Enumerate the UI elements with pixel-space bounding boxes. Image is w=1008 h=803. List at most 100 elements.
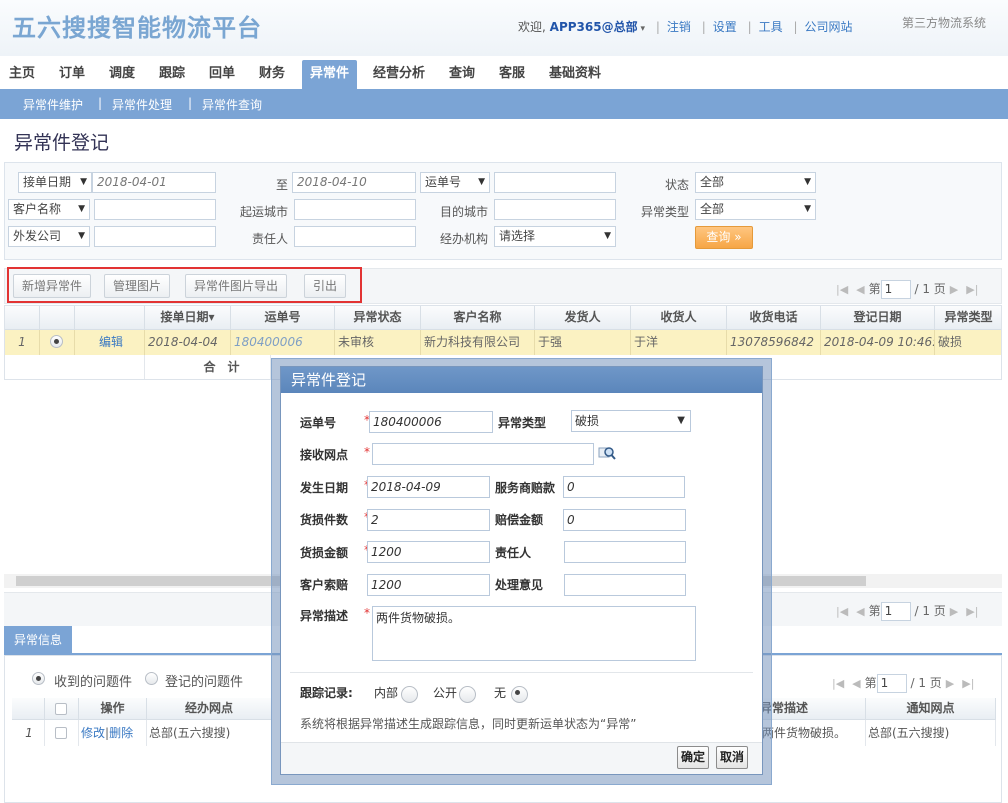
nav-analysis[interactable]: 经营分析	[373, 60, 425, 90]
first-page-icon[interactable]: |◀	[832, 677, 844, 690]
search-icon[interactable]	[598, 445, 616, 461]
lower-row-index: 1	[12, 720, 45, 746]
chevron-down-icon: ▼	[78, 231, 85, 241]
lower-row-checkbox[interactable]	[45, 720, 79, 746]
outsource-input[interactable]	[94, 226, 216, 247]
grid-header-consignee[interactable]: 收货人	[631, 306, 727, 330]
cancel-button[interactable]: 取消	[716, 746, 749, 769]
nav-orders[interactable]: 订单	[59, 60, 85, 90]
receive-outlet-field[interactable]	[372, 443, 594, 465]
grid-header-shipper[interactable]: 发货人	[535, 306, 631, 330]
table-row-radio[interactable]	[40, 330, 75, 355]
exception-type-select[interactable]: 破损 ▼	[571, 410, 691, 432]
status-select[interactable]: 全部 ▼	[695, 172, 816, 193]
customer-input[interactable]	[94, 199, 216, 220]
dialog-responsible-field[interactable]	[564, 541, 686, 563]
chevron-down-icon[interactable]: ▾	[638, 24, 645, 34]
prev-page-icon[interactable]: ◀	[856, 605, 864, 618]
dest-city-input[interactable]	[494, 199, 616, 220]
agency-select[interactable]: 请选择 ▼	[494, 226, 616, 247]
lower-header-desc: 异常描述	[760, 698, 866, 720]
prev-page-icon[interactable]: ◀	[856, 283, 864, 296]
last-page-icon[interactable]: ▶|	[966, 605, 978, 618]
nav-service[interactable]: 客服	[499, 60, 525, 90]
desc-textarea[interactable]: 两件货物破损。	[372, 606, 696, 661]
exception-type-select[interactable]: 全部 ▼	[695, 199, 816, 220]
lower-row-desc: 两件货物破损。	[760, 720, 866, 746]
tools-link[interactable]: 工具	[759, 20, 783, 34]
prev-page-icon[interactable]: ◀	[852, 677, 860, 690]
dest-city-label: 目的城市	[440, 205, 489, 219]
nav-dispatch[interactable]: 调度	[109, 60, 135, 90]
grid-header-register-date[interactable]: 登记日期	[821, 306, 935, 330]
comp-amount-field[interactable]: 0	[563, 509, 686, 531]
grid-header-status[interactable]: 异常状态	[335, 306, 421, 330]
date-to-input[interactable]: 2018-04-10	[292, 172, 416, 193]
page-input[interactable]: 1	[880, 280, 911, 299]
next-page-icon[interactable]: ▶	[950, 605, 958, 618]
nav-basedata[interactable]: 基础资料	[549, 60, 601, 90]
opinion-field[interactable]	[564, 574, 686, 596]
track-internal-radio[interactable]	[401, 686, 418, 703]
select-all-header[interactable]	[45, 698, 79, 720]
company-site-link[interactable]: 公司网站	[805, 20, 853, 34]
grid-header-waybill[interactable]: 运单号	[231, 306, 335, 330]
date-from-input[interactable]: 2018-04-01	[92, 172, 216, 193]
track-public-radio[interactable]	[459, 686, 476, 703]
ok-button[interactable]: 确定	[677, 746, 710, 769]
nav-tracking[interactable]: 跟踪	[159, 60, 185, 90]
date-field[interactable]: 2018-04-09	[367, 476, 490, 498]
grid-header-order-date[interactable]: 接单日期▾	[145, 306, 231, 330]
damaged-amount-field[interactable]: 1200	[367, 541, 490, 563]
nav-receipts[interactable]: 回单	[209, 60, 235, 90]
nav-query[interactable]: 查询	[449, 60, 475, 90]
system-switcher[interactable]: 第三方物流系统	[902, 14, 986, 31]
waybill-type-select[interactable]: 运单号 ▼	[420, 172, 490, 193]
last-page-icon[interactable]: ▶|	[966, 283, 978, 296]
page-input[interactable]: 1	[880, 602, 911, 621]
page-input[interactable]: 1	[876, 674, 907, 693]
received-radio[interactable]	[32, 672, 45, 685]
summary-label: 合 计	[145, 355, 271, 379]
settings-link[interactable]: 设置	[713, 20, 737, 34]
svc-comp-field[interactable]: 0	[563, 476, 685, 498]
cell-status: 未审核	[335, 330, 421, 355]
dialog-title[interactable]: 异常件登记	[281, 367, 762, 393]
edit-link[interactable]: 编辑	[75, 330, 145, 355]
responsible-input[interactable]	[294, 226, 416, 247]
cell-phone: 13078596842	[727, 330, 821, 355]
delete-link[interactable]: 删除	[109, 726, 133, 740]
grid-header-exception-type[interactable]: 异常类型	[935, 306, 1001, 330]
track-none-radio[interactable]	[511, 686, 528, 703]
claim-field[interactable]: 1200	[367, 574, 490, 596]
outsource-type-select[interactable]: 外发公司 ▼	[8, 226, 90, 247]
query-button[interactable]: 查询 »	[695, 226, 753, 249]
grid-header-customer[interactable]: 客户名称	[421, 306, 535, 330]
user-menu[interactable]: APP365@总部	[550, 20, 638, 34]
subnav-maintain[interactable]: 异常件维护	[23, 96, 83, 113]
chevron-down-icon: ▼	[478, 177, 485, 187]
logout-link[interactable]: 注销	[667, 20, 691, 34]
waybill-input[interactable]	[494, 172, 616, 193]
registered-radio[interactable]	[145, 672, 158, 685]
grid-header-phone[interactable]: 收货电话	[727, 306, 821, 330]
damaged-count-field[interactable]: 2	[367, 509, 490, 531]
nav-home[interactable]: 主页	[9, 60, 35, 90]
waybill-field[interactable]: 180400006	[369, 411, 493, 433]
subnav-process[interactable]: 异常件处理	[112, 96, 172, 113]
modify-link[interactable]: 修改	[81, 726, 105, 740]
cell-waybill[interactable]: 180400006	[231, 330, 335, 355]
customer-type-select[interactable]: 客户名称 ▼	[8, 199, 90, 220]
subnav-search[interactable]: 异常件查询	[202, 96, 262, 113]
last-page-icon[interactable]: ▶|	[962, 677, 974, 690]
first-page-icon[interactable]: |◀	[836, 283, 848, 296]
origin-city-label: 起运城市	[240, 205, 289, 219]
date-type-select[interactable]: 接单日期 ▼	[18, 172, 92, 193]
first-page-icon[interactable]: |◀	[836, 605, 848, 618]
nav-finance[interactable]: 财务	[259, 60, 285, 90]
nav-exceptions[interactable]: 异常件	[302, 60, 358, 90]
tab-exception-info[interactable]: 异常信息	[4, 626, 72, 654]
next-page-icon[interactable]: ▶	[950, 283, 958, 296]
origin-city-input[interactable]	[294, 199, 416, 220]
next-page-icon[interactable]: ▶	[946, 677, 954, 690]
